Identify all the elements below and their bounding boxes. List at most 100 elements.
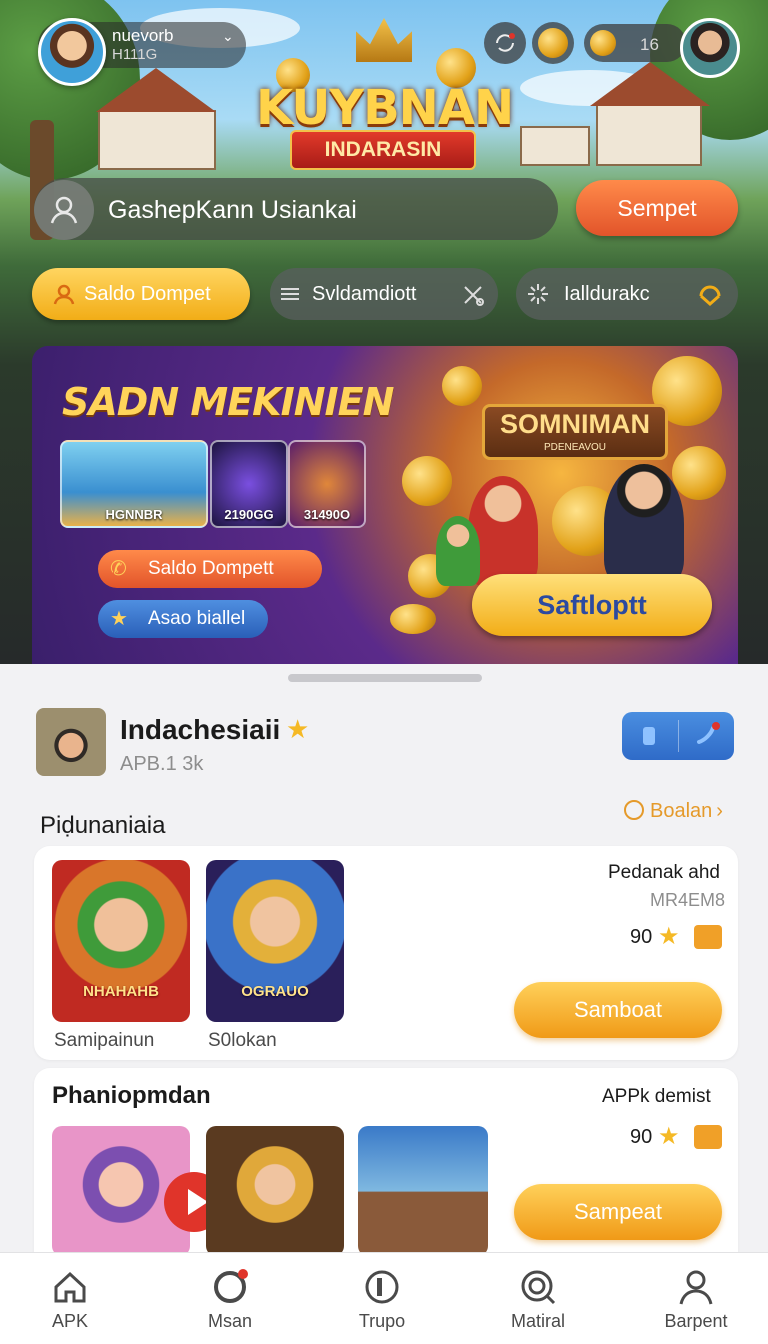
- thumb-art-label: NHAHAHB: [83, 983, 159, 1000]
- refresh-button[interactable]: [484, 22, 526, 64]
- bag-icon: [694, 925, 722, 949]
- house: [98, 110, 216, 170]
- star-icon: ★: [658, 923, 680, 950]
- nav-label: APK: [51, 1311, 89, 1331]
- nav-label: Msan: [207, 1311, 252, 1331]
- sempet-button[interactable]: Sempet: [576, 180, 738, 236]
- filter-saldo-dompet[interactable]: Saldo Dompet: [32, 268, 250, 320]
- coin-button[interactable]: [532, 22, 574, 64]
- bag-icon: [694, 1125, 722, 1149]
- saftloptt-button[interactable]: Saftloptt: [472, 574, 712, 636]
- filter-label: Saldo Dompet: [84, 283, 211, 305]
- coin-icon: [442, 366, 482, 406]
- headset-icon: [699, 285, 721, 307]
- phone-icon: [643, 727, 655, 745]
- samboat-button[interactable]: Samboat: [514, 982, 722, 1038]
- thumb-art-label: OGRAUO: [241, 983, 309, 1000]
- profile-avatar[interactable]: [680, 18, 740, 78]
- search-icon: [521, 1270, 556, 1305]
- thumb-label: S0lokan: [208, 1030, 277, 1051]
- sign-subtitle: PDENEAVOU: [543, 442, 607, 453]
- game-thumb[interactable]: OGRAUO: [206, 860, 344, 1022]
- game-thumb[interactable]: NHAHAHB: [52, 860, 190, 1022]
- chevron-down-icon[interactable]: ⌄: [222, 28, 234, 45]
- game-avatar: [36, 708, 106, 776]
- user-icon: [34, 180, 94, 240]
- game-title: Indachesiaii: [120, 714, 281, 745]
- phone-icon: ✆: [110, 558, 127, 580]
- nav-label: Trupo: [358, 1311, 406, 1331]
- sheet-handle[interactable]: [288, 674, 482, 682]
- caption-title: Pedanak ahd: [608, 862, 720, 883]
- sign-title: SOMNIMAN: [500, 409, 650, 439]
- promo-banner[interactable]: SADN MEKINIEN HGNNBR 2190GG 31490O ✆ Sal…: [32, 346, 738, 664]
- user-icon: [53, 284, 75, 305]
- filter-label: Svldamdiott: [312, 283, 417, 305]
- star-icon: ★: [658, 1123, 680, 1150]
- house-roof: [96, 68, 216, 112]
- caption-subtitle: MR4EM8: [650, 890, 726, 910]
- nav-item-barpent[interactable]: Barpent: [636, 1253, 756, 1344]
- thumb-label: 31490O: [303, 507, 351, 522]
- coin-icon: [538, 28, 568, 58]
- banner-thumb[interactable]: 2190GG: [210, 440, 288, 528]
- menu-icon: [281, 288, 299, 300]
- star-icon: ★: [286, 714, 310, 744]
- coin-balance: 16: [640, 35, 659, 54]
- game-thumb[interactable]: [358, 1126, 488, 1256]
- share-buttons[interactable]: [622, 712, 734, 760]
- banner-thumb[interactable]: HGNNBR: [60, 440, 208, 528]
- section-title: Piḍunaniaia: [40, 812, 166, 839]
- user-name: nuevorb: [112, 26, 174, 45]
- house: [520, 126, 590, 166]
- button-label: Saldo Dompett: [148, 558, 274, 579]
- character-small: [436, 516, 480, 586]
- see-all-link[interactable]: Boalan ›: [624, 800, 723, 823]
- nav-item-msan[interactable]: Msan: [170, 1253, 290, 1344]
- banner-thumb[interactable]: 31490O: [288, 440, 366, 528]
- nav-item-apk[interactable]: APK: [10, 1253, 130, 1344]
- divider: [678, 720, 679, 752]
- game-subtitle: APB.1 3k: [120, 753, 204, 775]
- user-id: H111G: [112, 46, 158, 63]
- price: 90: [630, 1126, 653, 1148]
- nav-item-trupo[interactable]: Trupo: [322, 1253, 442, 1344]
- coin-icon: [672, 446, 726, 500]
- asao-biallel-button[interactable]: ★ Asao biallel: [98, 600, 268, 638]
- profile-icon: [679, 1270, 713, 1305]
- card-title: Phaniopmdan: [52, 1082, 211, 1109]
- coin-icon: [390, 604, 436, 634]
- user-avatar[interactable]: [38, 18, 106, 86]
- home-icon: [54, 1271, 86, 1303]
- call-icon: [697, 722, 720, 744]
- thumb-label: 2190GG: [224, 507, 274, 522]
- chat-icon: [214, 1269, 248, 1303]
- see-all-label: Boalan: [650, 800, 713, 822]
- refresh-icon: [496, 33, 515, 52]
- star-icon: ★: [110, 608, 128, 630]
- nav-label: Barpent: [664, 1311, 728, 1331]
- filter-svldamdiott[interactable]: Svldamdiott: [270, 268, 498, 320]
- somniman-sign: SOMNIMAN PDENEAVOU: [482, 404, 668, 460]
- filter-label: Ialldurakc: [564, 283, 650, 305]
- sampeat-button[interactable]: Sampeat: [514, 1184, 722, 1240]
- nav-label: Matiral: [510, 1311, 565, 1331]
- bottom-nav: APK Msan Trupo Matiral Barpent: [0, 1252, 768, 1344]
- game-thumb[interactable]: [206, 1126, 344, 1256]
- thumb-label: HGNNBR: [105, 507, 163, 522]
- filter-ialldurakc[interactable]: Ialldurakc: [516, 268, 738, 320]
- nav-item-matiral[interactable]: Matiral: [478, 1253, 598, 1344]
- button-label: Asao biallel: [148, 608, 246, 629]
- game-logo: KUYBNAN INDARASIN: [256, 18, 514, 170]
- search-icon: [624, 800, 644, 820]
- crown-icon: [356, 18, 412, 62]
- price: 90: [630, 926, 653, 948]
- coin-icon: [402, 456, 452, 506]
- caption-title: APPk demist: [602, 1086, 711, 1107]
- coin-icon: [590, 30, 616, 56]
- search-text[interactable]: GashepKann Usiankai: [108, 196, 357, 225]
- square-icon: [365, 1270, 399, 1304]
- tools-icon: [464, 286, 484, 306]
- saldo-dompett-button[interactable]: ✆ Saldo Dompett: [98, 550, 322, 588]
- house: [596, 104, 702, 166]
